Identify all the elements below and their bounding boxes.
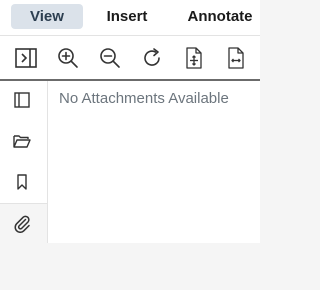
sidebar-item-outline[interactable] (0, 122, 47, 162)
bookmark-icon (17, 174, 27, 190)
thumbnails-icon (14, 92, 30, 108)
fit-page-icon (186, 47, 202, 69)
tab-insert[interactable]: Insert (96, 4, 158, 29)
attachments-panel: No Attachments Available (48, 81, 260, 243)
zoom-out-button[interactable] (98, 46, 122, 70)
sidebar-item-thumbnails[interactable] (0, 81, 47, 121)
sidebar-item-attachments[interactable] (0, 203, 47, 243)
zoom-in-button[interactable] (56, 46, 80, 70)
zoom-out-icon (100, 48, 120, 68)
fit-page-button[interactable] (182, 46, 206, 70)
rotate-icon (144, 48, 160, 66)
empty-attachments-message: No Attachments Available (59, 90, 229, 107)
sidebar-item-bookmarks[interactable] (0, 163, 47, 203)
tab-view[interactable]: View (11, 4, 83, 29)
panel-toggle-button[interactable] (14, 46, 38, 70)
attachment-icon (14, 215, 30, 233)
toolbar (0, 36, 260, 81)
fit-width-button[interactable] (224, 46, 248, 70)
tab-bar: View Insert Annotate (0, 0, 260, 36)
sidebar (0, 81, 48, 243)
rotate-button[interactable] (140, 46, 164, 70)
panel-toggle-icon (15, 48, 37, 68)
tab-annotate[interactable]: Annotate (180, 4, 260, 29)
outline-icon (13, 135, 31, 148)
fit-width-icon (228, 47, 244, 69)
zoom-in-icon (58, 48, 78, 68)
